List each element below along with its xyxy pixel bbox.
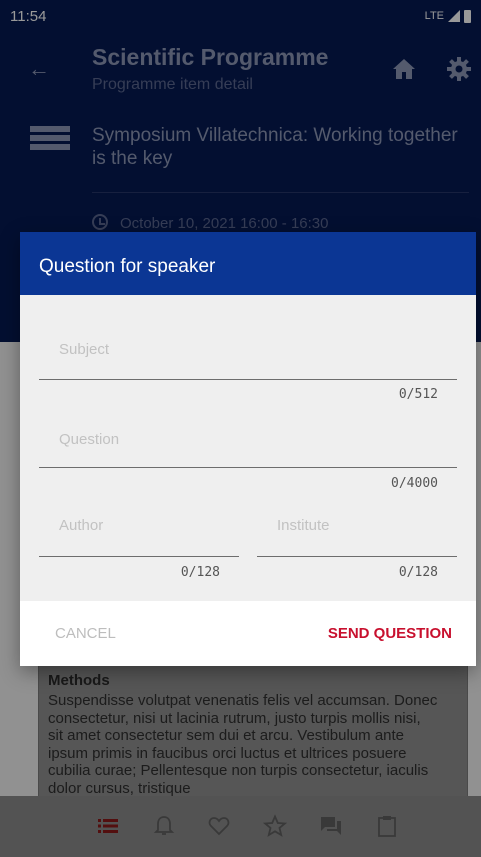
author-underline — [39, 556, 239, 557]
author-field[interactable] — [39, 512, 239, 538]
institute-input[interactable] — [257, 512, 457, 538]
cancel-button[interactable]: CANCEL — [55, 625, 116, 642]
institute-underline — [257, 556, 457, 557]
subject-underline — [39, 379, 457, 380]
subject-counter: 0/512 — [398, 387, 438, 402]
subject-field[interactable] — [39, 336, 457, 362]
question-field[interactable] — [39, 426, 457, 452]
question-input[interactable] — [39, 426, 457, 452]
question-counter: 0/4000 — [391, 476, 438, 491]
institute-counter: 0/128 — [398, 565, 438, 580]
send-question-button[interactable]: SEND QUESTION — [328, 625, 452, 642]
institute-field[interactable] — [257, 512, 457, 538]
dialog-title: Question for speaker — [20, 232, 476, 295]
question-underline — [39, 467, 457, 468]
dialog-actions: CANCEL SEND QUESTION — [20, 601, 476, 666]
author-input[interactable] — [39, 512, 239, 538]
subject-input[interactable] — [39, 336, 457, 362]
question-dialog: Question for speaker 0/512 0/4000 0/128 … — [20, 232, 476, 666]
author-counter: 0/128 — [180, 565, 220, 580]
